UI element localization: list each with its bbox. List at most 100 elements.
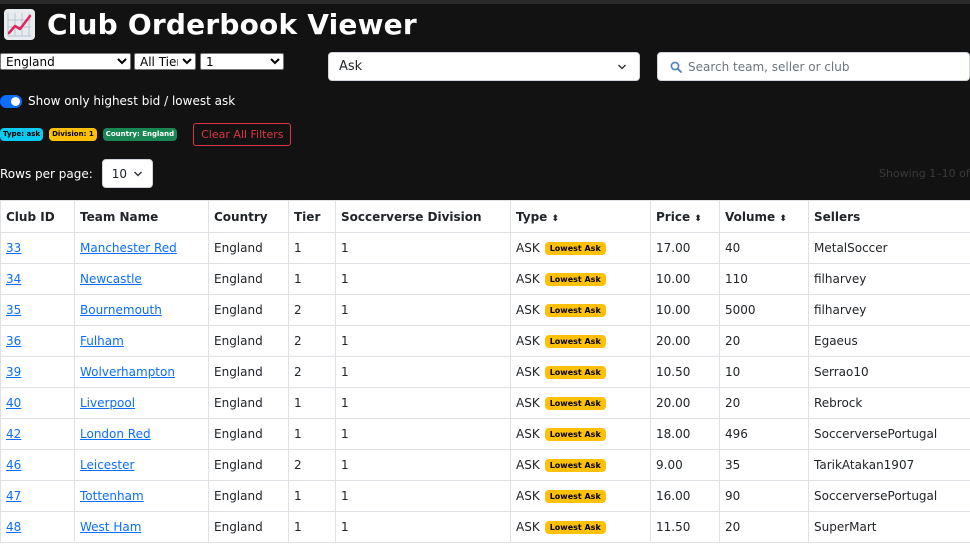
team-name-link[interactable]: West Ham <box>80 520 141 534</box>
volume-cell: 20 <box>719 325 809 357</box>
club-id-link[interactable]: 42 <box>6 427 21 441</box>
country-cell: England <box>208 418 289 450</box>
seller-cell: filharvey <box>808 294 970 326</box>
best-price-toggle-row: Show only highest bid / lowest ask <box>0 94 235 108</box>
seller-cell: Rebrock <box>808 387 970 419</box>
top-strip <box>0 0 970 4</box>
lowest-ask-badge: Lowest Ask <box>544 335 606 348</box>
volume-cell: 90 <box>719 480 809 512</box>
col-price-label: Price <box>656 209 691 224</box>
volume-cell: 10 <box>719 356 809 388</box>
active-filters: Type: ask Division: 1 Country: England C… <box>0 123 292 146</box>
team-name-cell: London Red <box>74 418 209 450</box>
type-cell: ASK Lowest Ask <box>510 387 651 419</box>
col-country: Country <box>208 200 289 233</box>
search-input[interactable] <box>688 59 958 74</box>
type-value: ASK <box>516 365 540 379</box>
sort-icon: ⬍ <box>551 213 560 224</box>
price-cell: 10.50 <box>650 356 720 388</box>
rows-per-page-value: 10 <box>111 166 128 181</box>
team-name-link[interactable]: Fulham <box>80 334 124 348</box>
team-name-link[interactable]: Wolverhampton <box>80 365 175 379</box>
type-select[interactable]: Ask <box>328 52 640 81</box>
table-row: 42 London Red England 1 1 ASK Lowest Ask 18.00 4… <box>0 418 970 450</box>
type-cell: ASK Lowest Ask <box>510 480 651 512</box>
tier-cell: 1 <box>288 263 336 295</box>
col-division: Soccerverse Division <box>335 200 511 233</box>
table-row: 39 Wolverhampton England 2 1 ASK Lowest Ask 10.… <box>0 356 970 388</box>
chevron-down-icon <box>617 64 627 70</box>
price-cell: 20.00 <box>650 325 720 357</box>
country-select[interactable]: England <box>0 53 131 70</box>
club-id-link[interactable]: 34 <box>6 272 21 286</box>
type-filter-chip: Type: ask <box>0 128 44 141</box>
club-id-cell: 34 <box>0 263 75 295</box>
col-sellers: Sellers <box>808 200 970 233</box>
club-id-link[interactable]: 46 <box>6 458 21 472</box>
country-cell: England <box>208 263 289 295</box>
tier-cell: 1 <box>288 418 336 450</box>
volume-cell: 496 <box>719 418 809 450</box>
country-cell: England <box>208 294 289 326</box>
club-id-link[interactable]: 36 <box>6 334 21 348</box>
club-id-link[interactable]: 47 <box>6 489 21 503</box>
division-cell: 1 <box>335 480 511 512</box>
club-id-link[interactable]: 33 <box>6 241 21 255</box>
type-value: ASK <box>516 520 540 534</box>
type-value: ASK <box>516 396 540 410</box>
team-name-link[interactable]: Leicester <box>80 458 134 472</box>
orderbook-table: Club ID Team Name Country Tier Soccerver… <box>0 200 970 543</box>
tier-select[interactable]: All Tiers <box>134 53 196 70</box>
lowest-ask-badge: Lowest Ask <box>544 490 606 503</box>
rows-per-page-select[interactable]: 10 <box>101 159 153 188</box>
type-value: ASK <box>516 458 540 472</box>
lowest-ask-badge: Lowest Ask <box>544 304 606 317</box>
price-cell: 9.00 <box>650 449 720 481</box>
club-id-link[interactable]: 48 <box>6 520 21 534</box>
division-cell: 1 <box>335 511 511 543</box>
col-price[interactable]: Price ⬍ <box>650 200 720 233</box>
best-price-toggle[interactable] <box>0 94 22 108</box>
col-type[interactable]: Type ⬍ <box>510 200 651 233</box>
country-cell: England <box>208 480 289 512</box>
seller-cell: Serrao10 <box>808 356 970 388</box>
price-cell: 11.50 <box>650 511 720 543</box>
team-name-link[interactable]: Manchester Red <box>80 241 177 255</box>
club-id-cell: 36 <box>0 325 75 357</box>
lowest-ask-badge: Lowest Ask <box>544 242 606 255</box>
type-value: ASK <box>516 427 540 441</box>
team-name-link[interactable]: Newcastle <box>80 272 142 286</box>
country-cell: England <box>208 356 289 388</box>
tier-cell: 2 <box>288 449 336 481</box>
type-cell: ASK Lowest Ask <box>510 263 651 295</box>
team-name-link[interactable]: Bournemouth <box>80 303 162 317</box>
country-cell: England <box>208 387 289 419</box>
team-name-link[interactable]: Liverpool <box>80 396 135 410</box>
division-filter-chip: Division: 1 <box>49 128 97 141</box>
table-row: 34 Newcastle England 1 1 ASK Lowest Ask 10.00 11… <box>0 263 970 295</box>
club-id-link[interactable]: 35 <box>6 303 21 317</box>
toggle-knob <box>11 96 20 106</box>
club-id-cell: 35 <box>0 294 75 326</box>
lowest-ask-badge: Lowest Ask <box>544 459 606 472</box>
team-name-link[interactable]: Tottenham <box>80 489 144 503</box>
team-name-link[interactable]: London Red <box>80 427 151 441</box>
table-row: 46 Leicester England 2 1 ASK Lowest Ask 9.00 35 T… <box>0 449 970 481</box>
club-id-link[interactable]: 40 <box>6 396 21 410</box>
clear-filters-button[interactable]: Clear All Filters <box>193 123 292 146</box>
orderbook-table-wrapper: Club ID Team Name Country Tier Soccerver… <box>0 200 970 545</box>
type-cell: ASK Lowest Ask <box>510 511 651 543</box>
lowest-ask-badge: Lowest Ask <box>544 366 606 379</box>
search-box[interactable] <box>657 52 970 81</box>
col-volume[interactable]: Volume ⬍ <box>719 200 809 233</box>
seller-cell: SoccerversePortugal <box>808 480 970 512</box>
seller-cell: SuperMart <box>808 511 970 543</box>
club-id-cell: 39 <box>0 356 75 388</box>
volume-cell: 110 <box>719 263 809 295</box>
rows-per-page: Rows per page: 10 <box>0 159 153 188</box>
club-id-cell: 33 <box>0 232 75 264</box>
club-id-link[interactable]: 39 <box>6 365 21 379</box>
results-count: Showing 1–10 of 18 <box>879 167 970 180</box>
seller-cell: filharvey <box>808 263 970 295</box>
division-select[interactable]: 1 <box>200 53 284 70</box>
